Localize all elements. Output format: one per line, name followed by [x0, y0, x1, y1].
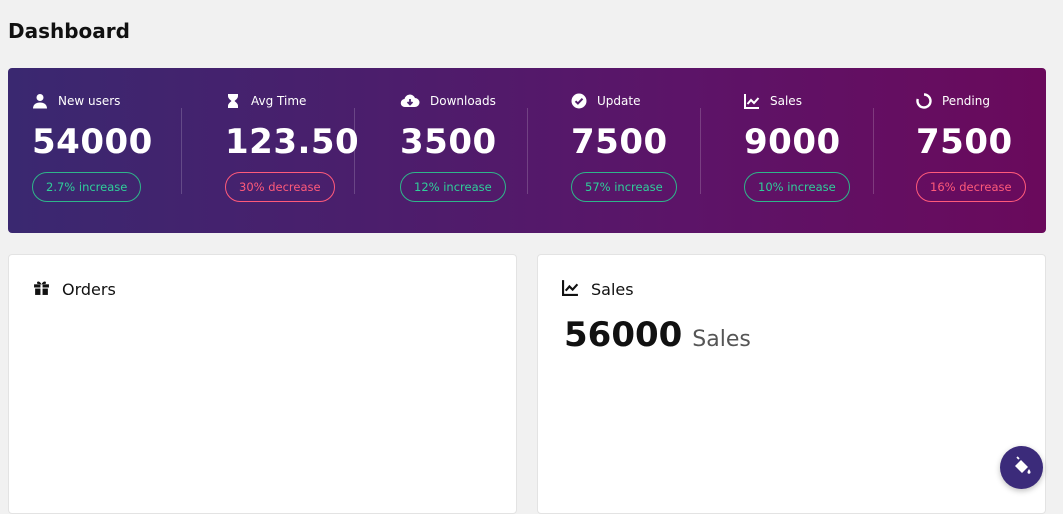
stat-value: 54000 [32, 122, 153, 162]
orders-card: Orders [8, 254, 517, 514]
stat-value: 3500 [400, 122, 497, 162]
gift-icon [33, 279, 50, 300]
stat-new-users: New users 54000 2.7% increase [8, 68, 181, 233]
stat-downloads: Downloads 3500 12% increase [354, 68, 527, 233]
sales-unit: Sales [692, 327, 751, 352]
paint-bucket-icon [1012, 455, 1032, 480]
stat-label: Avg Time [251, 94, 307, 108]
stat-sales: Sales 9000 10% increase [700, 68, 873, 233]
user-icon [32, 93, 48, 109]
sales-total: 56000 [564, 315, 683, 355]
stat-label: New users [58, 94, 121, 108]
spinner-icon [916, 93, 932, 109]
stat-value: 9000 [744, 122, 841, 162]
line-chart-icon [744, 93, 760, 109]
sales-card: Sales 56000 Sales [537, 254, 1046, 514]
stat-value: 7500 [916, 122, 1013, 162]
stat-value: 123.50 [225, 122, 360, 162]
card-title: Sales [591, 280, 634, 299]
stat-label: Update [597, 94, 641, 108]
stat-pending: Pending 7500 16% decrease [873, 68, 1046, 233]
stat-label: Sales [770, 94, 802, 108]
stat-label: Pending [942, 94, 990, 108]
stat-avg-time: Avg Time 123.50 30% decrease [181, 68, 359, 233]
check-circle-icon [571, 93, 587, 109]
line-chart-icon [562, 279, 579, 300]
card-title: Orders [62, 280, 116, 299]
trend-badge: 16% decrease [916, 172, 1026, 202]
stat-label: Downloads [430, 94, 496, 108]
theme-fab-button[interactable] [1000, 446, 1043, 489]
trend-badge: 30% decrease [225, 172, 335, 202]
trend-badge: 2.7% increase [32, 172, 142, 202]
trend-badge: 57% increase [571, 172, 677, 202]
stat-update: Update 7500 57% increase [527, 68, 700, 233]
stats-banner: New users 54000 2.7% increase Avg Time 1… [8, 68, 1046, 233]
hourglass-icon [225, 93, 241, 109]
trend-badge: 12% increase [400, 172, 506, 202]
trend-badge: 10% increase [744, 172, 850, 202]
page-title: Dashboard [8, 19, 130, 43]
stat-value: 7500 [571, 122, 668, 162]
cloud-download-icon [400, 93, 420, 109]
